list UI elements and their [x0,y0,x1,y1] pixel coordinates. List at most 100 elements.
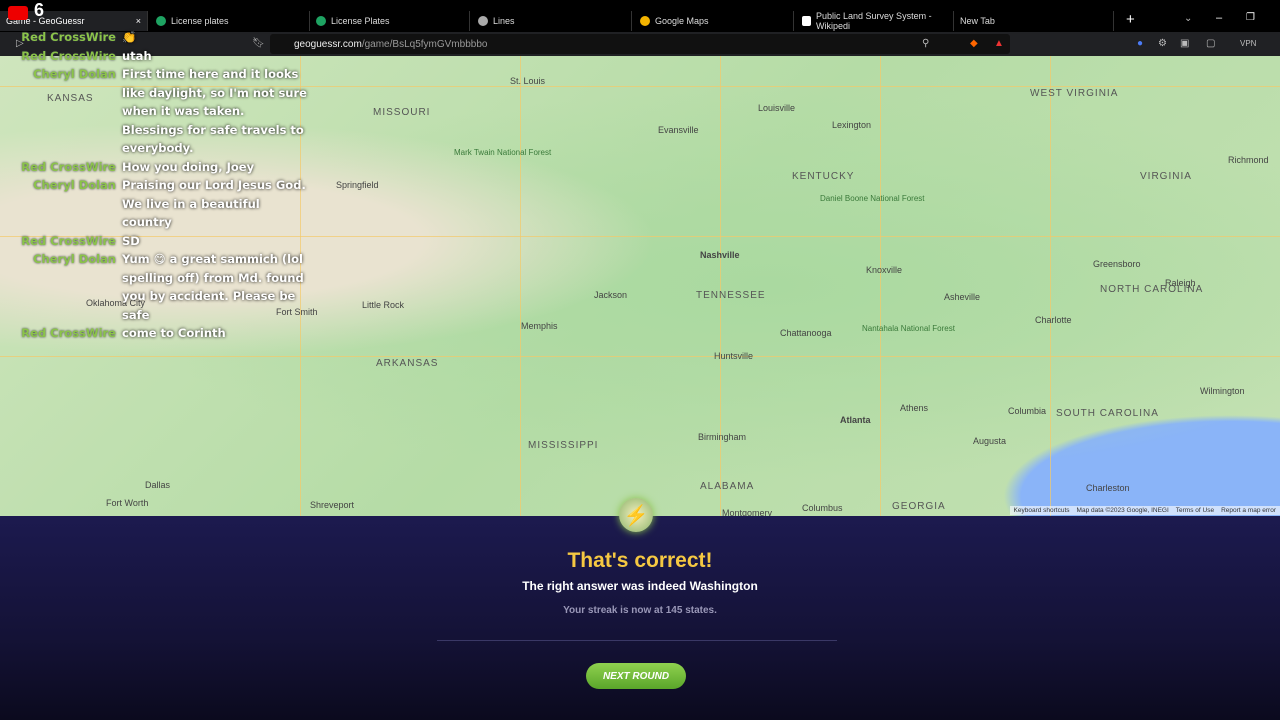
map-label: Athens [900,403,929,413]
minimize-button[interactable]: – [1216,12,1222,24]
map-label: Greensboro [1093,259,1141,269]
next-round-button[interactable]: NEXT ROUND [586,663,686,689]
result-title: That's correct! [567,549,713,572]
viewer-count: 6 [34,0,45,20]
map-label: ARKANSAS [376,358,439,369]
chat-message: Cheryl Dolan First time here and it looks… [0,65,320,158]
map-label: Columbia [1008,406,1047,416]
chat-text: come to Corinth [122,326,226,340]
chat-text: 👏 [122,30,137,44]
map-label: SOUTH CAROLINA [1056,408,1159,419]
map-label: MISSOURI [373,107,431,118]
map-label: Lexington [832,120,872,130]
stream-chat-overlay: Red CrossWire 👏 Red CrossWire utah Cheryl … [0,28,320,343]
chat-text: How you doing, Joey [122,159,255,174]
map-label: GEORGIA [892,501,946,512]
wikipedia-icon [802,16,812,26]
map-label: Evansville [658,125,699,135]
lightning-bolt-icon: ⚡ [619,498,653,532]
map-label: Springfield [336,180,379,190]
map-label: ALABAMA [700,481,755,492]
chat-author: Red CrossWire [21,326,116,340]
map-label: Atlanta [840,415,871,425]
map-label: Chattanooga [780,328,832,338]
map-label: Jackson [594,290,628,300]
map-label: Asheville [944,292,981,302]
map-label: Nashville [700,250,740,260]
map-label: Raleigh [1165,278,1196,288]
tab-license-plates-2[interactable]: License Plates [310,11,470,31]
chat-text: utah [122,48,152,63]
chat-text: First time here and it looks like daylig… [122,67,307,155]
tab-google-maps[interactable]: Google Maps [634,11,794,31]
address-bar[interactable]: geoguessr.com/game/BsLq5fymGVmbbbbo [270,34,1010,54]
wallet-icon[interactable]: ▢ [1206,38,1215,49]
map-label: Montgomery [722,508,773,516]
map-label: St. Louis [510,76,546,86]
map-label: WEST VIRGINIA [1030,88,1119,99]
map-label: MISSISSIPPI [528,440,599,451]
chat-author: Red CrossWire [21,159,116,174]
keyboard-shortcuts-link[interactable]: Keyboard shortcuts [1014,506,1070,515]
restore-button[interactable]: ❐ [1246,12,1255,23]
chat-text: Praising our Lord Jesus God. We live in … [122,178,306,229]
chat-message: Red CrossWire 👏 [0,28,320,47]
chat-author: Red CrossWire [21,233,116,248]
chat-author: Red CrossWire [21,48,116,63]
map-label: Mark Twain National Forest [454,148,552,157]
chat-message: Red CrossWire How you doing, Joey [0,158,320,177]
sidebar-icon[interactable]: ▣ [1180,38,1189,49]
map-label: Louisville [758,103,796,113]
url-path: /game/BsLq5fymGVmbbbbo [361,38,488,50]
tab-label: License plates [171,16,229,26]
map-data-attribution: Map data ©2023 Google, INEGI [1076,507,1169,514]
map-label: Dallas [145,480,171,490]
tab-label: Google Maps [655,16,709,26]
chat-message: Cheryl Dolan Yum 😋 a great sammich (lol s… [0,250,320,324]
vpn-button[interactable]: VPN [1240,39,1256,48]
map-label: Augusta [973,436,1007,446]
tab-lines[interactable]: Lines [472,11,632,31]
brave-rewards-icon[interactable]: ▲ [994,38,1004,49]
puzzle-icon[interactable]: ⚙ [1158,38,1167,49]
youtube-icon [8,6,28,20]
map-label: Columbus [802,503,843,513]
tab-label: License Plates [331,16,390,26]
chat-message: Red CrossWire come to Corinth [0,324,320,343]
tab-new-tab[interactable]: New Tab [954,11,1114,31]
map-label: Shreveport [310,500,355,510]
terms-link[interactable]: Terms of Use [1176,506,1214,515]
brave-shield-icon[interactable]: ◆ [970,38,978,49]
map-label: Little Rock [362,300,405,310]
chat-author: Red CrossWire [21,30,116,44]
globe-icon [156,16,166,26]
chat-text: Yum 😋 a great sammich (lol spelling off)… [122,252,304,322]
zoom-icon[interactable]: ⚲ [922,38,929,49]
report-error-link[interactable]: Report a map error [1221,506,1276,515]
extension-icon[interactable]: ● [1137,38,1143,49]
chat-author: Cheryl Dolan [33,252,116,266]
map-label: Charleston [1086,483,1130,493]
globe-icon [478,16,488,26]
maps-pin-icon [640,16,650,26]
map-attribution-bar: Keyboard shortcuts Map data ©2023 Google… [1009,506,1280,515]
map-label: Birmingham [698,432,747,442]
map-label: Knoxville [866,265,903,275]
chat-message: Cheryl Dolan Praising our Lord Jesus God.… [0,176,320,232]
tab-label: Lines [493,16,515,26]
tab-wikipedia[interactable]: Public Land Survey System - Wikipedi [796,11,954,31]
map-label: Fort Worth [106,498,149,508]
chat-message: Red CrossWire utah [0,47,320,66]
close-tab-icon[interactable]: × [136,16,141,26]
chat-text: SD [122,233,140,248]
tab-search-chevron-icon[interactable]: ⌄ [1184,13,1192,24]
result-subtitle: The right answer was indeed Washington [522,579,758,593]
map-label: Nantahala National Forest [862,324,955,333]
new-tab-button[interactable]: + [1126,11,1135,28]
map-label: TENNESSEE [696,290,766,301]
chat-author: Cheryl Dolan [33,67,116,81]
tab-label: Public Land Survey System - Wikipedi [816,11,932,31]
globe-icon [316,16,326,26]
map-label: VIRGINIA [1140,171,1192,182]
map-label: KENTUCKY [792,171,855,182]
